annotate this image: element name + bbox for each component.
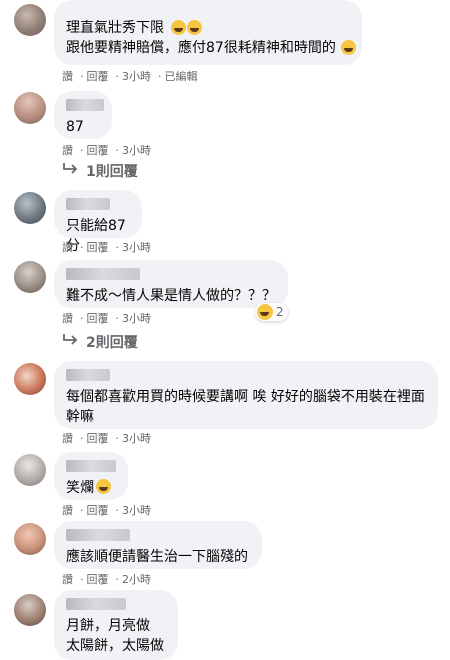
comment-text: 每個都喜歡用買的時候要講啊 唉 好好的腦袋不用裝在裡面幹嘛 xyxy=(66,389,425,425)
laughing-emoji-icon xyxy=(96,479,111,494)
avatar[interactable] xyxy=(14,261,46,293)
comment-text: 應該順便請醫生治一下腦殘的 xyxy=(66,549,248,565)
avatar[interactable] xyxy=(14,594,46,626)
commenter-name-blurred[interactable] xyxy=(66,369,110,381)
comment-meta: 讚 · 回覆 · 3小時 xyxy=(62,504,151,517)
comment-meta: 讚 · 回覆 · 3小時 xyxy=(62,144,151,157)
laughing-emoji-icon xyxy=(171,20,186,35)
commenter-name-blurred[interactable] xyxy=(66,460,116,472)
comment-text: 理直氣壯秀下限 跟他要精神賠償，應付87很耗精神和時間的 xyxy=(66,20,336,56)
avatar[interactable] xyxy=(14,192,46,224)
timestamp[interactable]: 3小時 xyxy=(122,241,151,254)
laughing-emoji-icon xyxy=(341,40,356,55)
avatar[interactable] xyxy=(14,4,46,36)
laughing-emoji-icon xyxy=(187,20,202,35)
comment-bubble: 理直氣壯秀下限 跟他要精神賠償，應付87很耗精神和時間的 xyxy=(54,0,362,65)
reply-arrow-icon xyxy=(63,163,78,174)
reply-link[interactable]: 回覆 xyxy=(87,504,109,517)
like-link[interactable]: 讚 xyxy=(62,144,73,157)
comment-bubble: 只能給87分 xyxy=(54,190,142,254)
laughing-emoji-icon xyxy=(257,304,273,320)
comment-meta: 讚 · 回覆 · 3小時 xyxy=(62,312,151,325)
avatar[interactable] xyxy=(14,92,46,124)
timestamp[interactable]: 3小時 xyxy=(122,312,151,325)
reaction-badge[interactable]: 2 xyxy=(255,303,288,321)
replies-count-label: 1則回覆 xyxy=(86,164,138,180)
comment-text: 月餅，月亮做 太陽餅，太陽做 xyxy=(66,618,164,654)
comment-bubble: 應該順便請醫生治一下腦殘的 xyxy=(54,521,262,569)
reply-link[interactable]: 回覆 xyxy=(87,241,109,254)
edited-label: 已編輯 xyxy=(164,70,198,83)
reply-link[interactable]: 回覆 xyxy=(87,144,109,157)
like-link[interactable]: 讚 xyxy=(62,504,73,517)
timestamp[interactable]: 2小時 xyxy=(122,573,151,586)
reply-link[interactable]: 回覆 xyxy=(87,432,109,445)
avatar[interactable] xyxy=(14,363,46,395)
replies-count-label: 2則回覆 xyxy=(86,335,138,351)
like-link[interactable]: 讚 xyxy=(62,70,73,83)
comment-text: 87 xyxy=(66,119,84,135)
reply-link[interactable]: 回覆 xyxy=(87,573,109,586)
like-link[interactable]: 讚 xyxy=(62,573,73,586)
reaction-count: 2 xyxy=(276,305,284,319)
commenter-name-blurred[interactable] xyxy=(66,198,110,210)
comment-bubble: 每個都喜歡用買的時候要講啊 唉 好好的腦袋不用裝在裡面幹嘛 xyxy=(54,361,438,429)
reply-link[interactable]: 回覆 xyxy=(87,312,109,325)
comment-text: 難不成～情人果是情人做的？？？ xyxy=(66,288,276,304)
like-link[interactable]: 讚 xyxy=(62,241,73,254)
like-link[interactable]: 讚 xyxy=(62,432,73,445)
comment-meta: 讚 · 回覆 · 3小時 · 已編輯 xyxy=(62,70,198,83)
view-replies-link[interactable]: 2則回覆 xyxy=(62,333,138,352)
commenter-name-blurred[interactable] xyxy=(66,529,130,541)
reply-arrow-icon xyxy=(63,334,78,345)
commenter-name-blurred[interactable] xyxy=(66,268,140,280)
timestamp[interactable]: 3小時 xyxy=(122,144,151,157)
commenter-name-blurred[interactable] xyxy=(66,598,126,610)
comment-meta: 讚 · 回覆 · 3小時 xyxy=(62,432,151,445)
reply-link[interactable]: 回覆 xyxy=(87,70,109,83)
avatar[interactable] xyxy=(14,454,46,486)
timestamp[interactable]: 3小時 xyxy=(122,70,151,83)
view-replies-link[interactable]: 1則回覆 xyxy=(62,162,138,181)
comment-meta: 讚 · 回覆 · 2小時 xyxy=(62,573,151,586)
comment-bubble: 難不成～情人果是情人做的？？？ xyxy=(54,260,288,308)
comment-meta: 讚 · 回覆 · 3小時 xyxy=(62,241,151,254)
like-link[interactable]: 讚 xyxy=(62,312,73,325)
timestamp[interactable]: 3小時 xyxy=(122,432,151,445)
comment-bubble: 笑爛 xyxy=(54,452,128,500)
avatar[interactable] xyxy=(14,523,46,555)
timestamp[interactable]: 3小時 xyxy=(122,504,151,517)
comment-bubble: 87 xyxy=(54,91,112,139)
commenter-name-blurred[interactable] xyxy=(66,99,104,111)
